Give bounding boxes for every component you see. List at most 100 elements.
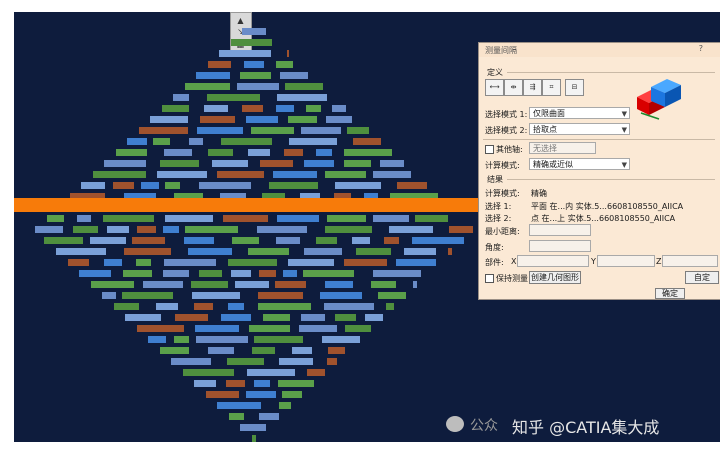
model-stripe: [184, 237, 215, 244]
measure-item-icon[interactable]: ⌗: [542, 79, 561, 96]
model-stripe: [90, 281, 134, 288]
model-stripe: [137, 226, 157, 233]
model-stripe: [254, 336, 304, 343]
measure-between-dialog: 测量间隔 ? 定义 ⟷ ⇹ ⇶ ⌗ ⊟ 选择模式 1: 仅限曲面 ▼ 选择模式 …: [478, 42, 720, 300]
selection-mode-2-select[interactable]: 拾取点 ▼: [529, 123, 630, 135]
model-stripe: [289, 138, 338, 145]
model-stripe: [216, 171, 264, 178]
model-stripe: [300, 127, 341, 134]
chevron-down-icon: ▼: [621, 110, 627, 118]
model-stripe: [56, 248, 106, 255]
model-stripe: [196, 127, 243, 134]
model-stripe: [122, 292, 174, 299]
model-stripe: [356, 248, 391, 255]
model-stripe: [123, 270, 153, 277]
model-stripe: [280, 72, 309, 79]
component-y-field: [597, 255, 655, 267]
keep-measure-checkbox[interactable]: [485, 274, 494, 283]
model-stripe: [327, 358, 337, 365]
model-stripe: [327, 347, 345, 354]
model-stripe: [124, 248, 171, 255]
angle-field: [529, 240, 591, 252]
model-stripe: [298, 325, 337, 332]
y-label: Y: [591, 257, 596, 266]
other-axis-checkbox[interactable]: [485, 145, 494, 154]
selection-mode-1-select[interactable]: 仅限曲面 ▼: [529, 107, 630, 119]
watermark: 公众 知乎 @CATIA集大成: [446, 412, 706, 438]
model-stripe: [161, 105, 189, 112]
model-stripe: [378, 292, 406, 299]
model-stripe: [240, 424, 267, 431]
model-stripe: [113, 303, 139, 310]
divider: [483, 139, 715, 140]
measure-preview-image: [637, 79, 681, 120]
model-stripe: [138, 127, 188, 134]
model-stripe: [221, 138, 273, 145]
watermark-prefix: 公众: [470, 418, 498, 434]
model-stripe: [250, 127, 294, 134]
model-stripe: [251, 435, 257, 442]
selection-mode-1-label: 选择模式 1:: [485, 110, 528, 119]
model-stripe: [276, 215, 319, 222]
model-stripe: [343, 259, 387, 266]
keep-measure-label: 保持测量: [496, 274, 528, 283]
measure-fan-icon[interactable]: ⇶: [523, 79, 542, 96]
help-icon[interactable]: ?: [699, 44, 703, 53]
model-stripe: [103, 259, 122, 266]
dialog-titlebar[interactable]: 测量间隔 ?: [479, 43, 720, 57]
other-axis-field[interactable]: 无选择: [529, 142, 596, 154]
model-stripe: [163, 149, 192, 156]
model-stripe: [205, 391, 239, 398]
select-icon[interactable]: ▲: [234, 16, 247, 25]
model-stripe: [199, 270, 223, 277]
model-stripe: [189, 138, 204, 145]
measure-thickness-icon[interactable]: ⊟: [565, 79, 584, 96]
model-stripe: [257, 226, 308, 233]
model-stripe: [247, 149, 270, 156]
model-stripe: [246, 369, 295, 376]
model-stripe: [236, 83, 279, 90]
calc-mode-value: 精确或近似: [533, 160, 573, 169]
model-stripe: [372, 215, 409, 222]
model-stripe: [241, 105, 263, 112]
model-stripe: [222, 215, 268, 222]
selection-mode-2-value: 拾取点: [533, 125, 557, 134]
custom-button[interactable]: 自定: [685, 271, 719, 284]
model-stripe: [380, 160, 404, 167]
model-stripe: [251, 347, 275, 354]
model-stripe: [372, 171, 411, 178]
model-stripe: [291, 347, 312, 354]
measure-chain-icon[interactable]: ⇹: [504, 79, 523, 96]
model-stripe: [276, 237, 301, 244]
wechat-logo-icon: [446, 416, 464, 432]
model-stripe: [234, 281, 269, 288]
x-label: X: [511, 257, 517, 266]
model-stripe: [227, 259, 277, 266]
model-stripe: [335, 314, 357, 321]
model-stripe: [279, 358, 314, 365]
ok-button[interactable]: 确定: [655, 288, 685, 299]
model-stripe: [127, 138, 148, 145]
model-stripe: [200, 116, 236, 123]
result-selection-1-value: 平面 在...内 实体.5...6608108550_AIICA: [531, 202, 684, 211]
model-stripe: [165, 182, 181, 189]
model-stripe: [243, 61, 264, 68]
calc-mode-select[interactable]: 精确或近似 ▼: [529, 158, 630, 170]
model-stripe: [163, 259, 216, 266]
model-stripe: [315, 149, 332, 156]
model-stripe: [326, 116, 353, 123]
model-stripe: [344, 160, 372, 167]
model-stripe: [370, 281, 396, 288]
model-stripe: [283, 149, 303, 156]
result-selection-2-value: 点 在...上 实体.5...6608108550_AIICA: [531, 214, 676, 223]
selection-mode-1-value: 仅限曲面: [533, 109, 565, 118]
measure-between-icon[interactable]: ⟷: [485, 79, 504, 96]
model-stripe: [92, 171, 146, 178]
model-stripe: [104, 160, 147, 167]
dialog-title: 测量间隔: [485, 46, 517, 55]
result-selection-1-label: 选择 1:: [485, 202, 512, 211]
model-stripe: [44, 237, 84, 244]
create-geometry-button[interactable]: 创建几何图形: [529, 271, 581, 284]
model-stripe: [248, 248, 289, 255]
model-stripe: [287, 50, 289, 57]
